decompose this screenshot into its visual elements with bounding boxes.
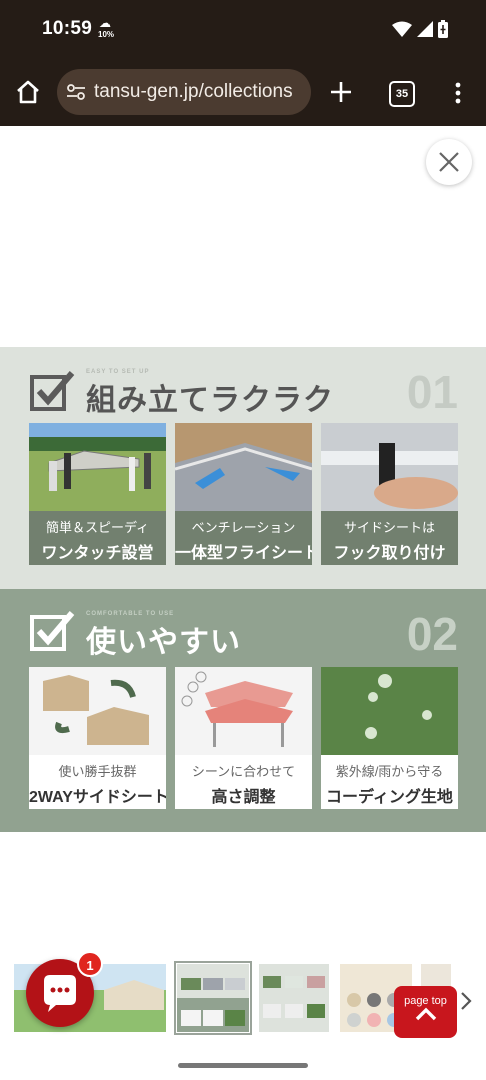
weather-indicator: ☁ 10% xyxy=(97,17,119,43)
tent-setup-photo xyxy=(29,423,166,511)
section-number: 02 xyxy=(406,608,458,660)
close-button[interactable] xyxy=(426,139,472,185)
card-subtitle: サイドシートは xyxy=(343,520,435,535)
card-subtitle: 簡単＆スピーディ xyxy=(45,520,150,535)
feature-card[interactable]: 紫外線/雨から守る コーディング生地 xyxy=(321,667,458,809)
card-subtitle: ベンチレーション xyxy=(191,520,296,535)
page-top-label: page top xyxy=(404,995,447,1007)
thumbnail-image xyxy=(259,964,329,1032)
cloud-icon: ☁ xyxy=(99,16,111,30)
ventilation-photo xyxy=(175,423,312,511)
battery-icon xyxy=(438,20,448,38)
chevron-up-icon xyxy=(415,1007,436,1021)
thumbnail-image xyxy=(177,964,249,1032)
side-sheet-hook-photo xyxy=(321,423,458,511)
card-title: 2WAYサイドシート xyxy=(29,789,166,806)
feature-section-easy-setup: EASY TO SET UP 組み立てラクラク 01 簡単＆スピーディ ワンタッ… xyxy=(0,347,486,589)
feature-card[interactable]: 使い勝手抜群 2WAYサイドシート xyxy=(29,667,166,809)
section-title: 組み立てラクラク xyxy=(86,384,334,417)
address-bar[interactable]: tansu-gen.jp/collections xyxy=(57,69,311,115)
card-title: ワンタッチ設営 xyxy=(41,545,154,562)
wifi-icon xyxy=(392,21,412,37)
height-adjust-illustration xyxy=(175,667,312,755)
chat-notification-badge: 1 xyxy=(77,951,103,977)
thumbnail-item[interactable] xyxy=(259,964,329,1032)
section-title: 使いやすい xyxy=(86,626,241,659)
card-title: フック取り付け xyxy=(333,545,446,562)
feature-card[interactable]: 簡単＆スピーディ ワンタッチ設営 xyxy=(29,423,166,565)
gesture-bar xyxy=(178,1063,308,1068)
water-repellent-photo xyxy=(321,667,458,755)
status-bar: 10:59 ☁ 10% xyxy=(0,0,486,58)
2way-side-sheet-illustration xyxy=(29,667,166,755)
close-icon xyxy=(439,152,459,172)
site-settings-icon[interactable] xyxy=(66,82,86,102)
more-menu-icon[interactable] xyxy=(448,81,468,105)
checkbox-icon xyxy=(30,371,75,411)
thumbnail-item-selected[interactable] xyxy=(174,961,252,1035)
signal-icon xyxy=(417,21,433,37)
home-icon[interactable] xyxy=(14,78,42,106)
feature-card[interactable]: シーンに合わせて 高さ調整 xyxy=(175,667,312,809)
browser-toolbar: tansu-gen.jp/collections 35 xyxy=(0,58,486,126)
tab-count-button[interactable]: 35 xyxy=(389,81,415,107)
card-title: 一体型フライシート xyxy=(175,545,312,562)
section-number: 01 xyxy=(406,366,458,418)
card-title: コーディング生地 xyxy=(326,789,453,806)
feature-card[interactable]: ベンチレーション 一体型フライシート xyxy=(175,423,312,565)
card-subtitle: シーンに合わせて xyxy=(191,764,296,779)
status-time: 10:59 xyxy=(42,18,93,39)
weather-percent: 10% xyxy=(98,30,115,39)
feature-section-easy-to-use: COMFORTABLE TO USE 使いやすい 02 使い勝手抜群 2WAYサ… xyxy=(0,589,486,832)
checkbox-icon xyxy=(30,611,75,651)
url-text: tansu-gen.jp/collections xyxy=(94,81,293,102)
new-tab-icon[interactable] xyxy=(329,80,353,104)
card-subtitle: 紫外線/雨から守る xyxy=(335,764,444,779)
card-subtitle: 使い勝手抜群 xyxy=(58,764,137,779)
chevron-right-icon[interactable] xyxy=(458,991,474,1011)
feature-card[interactable]: サイドシートは フック取り付け xyxy=(321,423,458,565)
page-top-button[interactable]: page top xyxy=(394,986,457,1038)
card-title: 高さ調整 xyxy=(211,789,276,806)
